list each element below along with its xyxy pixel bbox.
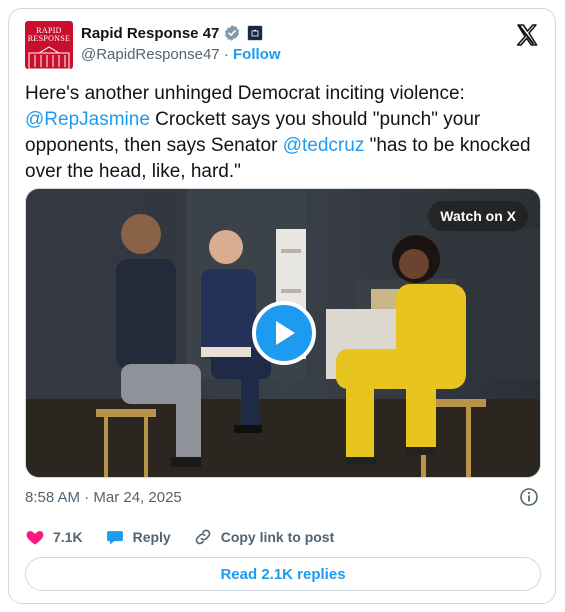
info-icon[interactable] — [519, 487, 539, 507]
affiliate-badge-icon[interactable] — [247, 25, 264, 41]
tweet-text: Here's another unhinged Democrat incitin… — [25, 81, 541, 185]
reply-label: Reply — [132, 529, 171, 545]
author-name[interactable]: Rapid Response 47 — [81, 25, 219, 42]
mention-repjasmine[interactable]: @RepJasmine — [25, 109, 150, 130]
verified-badge-icon[interactable] — [223, 24, 241, 42]
link-icon — [195, 529, 211, 545]
building-icon — [28, 46, 70, 69]
timestamp[interactable]: 8:58 AM · Mar 24, 2025 — [25, 489, 182, 506]
like-count: 7.1K — [53, 529, 83, 545]
avatar[interactable]: RAPID RESPONSE — [25, 21, 73, 69]
read-replies-button[interactable]: Read 2.1K replies — [25, 557, 541, 591]
tweet-card: RAPID RESPONSE Rapid Response 47 @RapidR… — [8, 8, 556, 604]
follow-button[interactable]: Follow — [233, 46, 281, 63]
action-bar: 7.1K Reply Copy link to post — [25, 527, 356, 547]
heart-icon — [26, 531, 44, 545]
tweet-text-part1: Here's another unhinged Democrat incitin… — [25, 83, 465, 104]
watch-on-x-button[interactable]: Watch on X — [428, 201, 528, 231]
play-icon — [276, 321, 295, 345]
copy-link-label: Copy link to post — [220, 529, 335, 545]
handle-row: @RapidResponse47 · Follow — [81, 46, 281, 63]
reply-bubble-icon — [106, 531, 123, 545]
author-handle[interactable]: @RapidResponse47 — [81, 46, 220, 63]
avatar-text-line2: RESPONSE — [27, 34, 71, 43]
handle-separator: · — [223, 46, 229, 63]
x-logo-icon[interactable] — [515, 23, 539, 47]
play-button[interactable] — [252, 301, 316, 365]
mention-tedcruz[interactable]: @tedcruz — [283, 135, 365, 156]
reply-button[interactable]: Reply — [105, 527, 171, 547]
copy-link-button[interactable]: Copy link to post — [193, 527, 335, 547]
video-media[interactable]: Watch on X — [25, 188, 541, 478]
author-name-row: Rapid Response 47 — [81, 24, 264, 42]
like-button[interactable]: 7.1K — [25, 527, 83, 547]
